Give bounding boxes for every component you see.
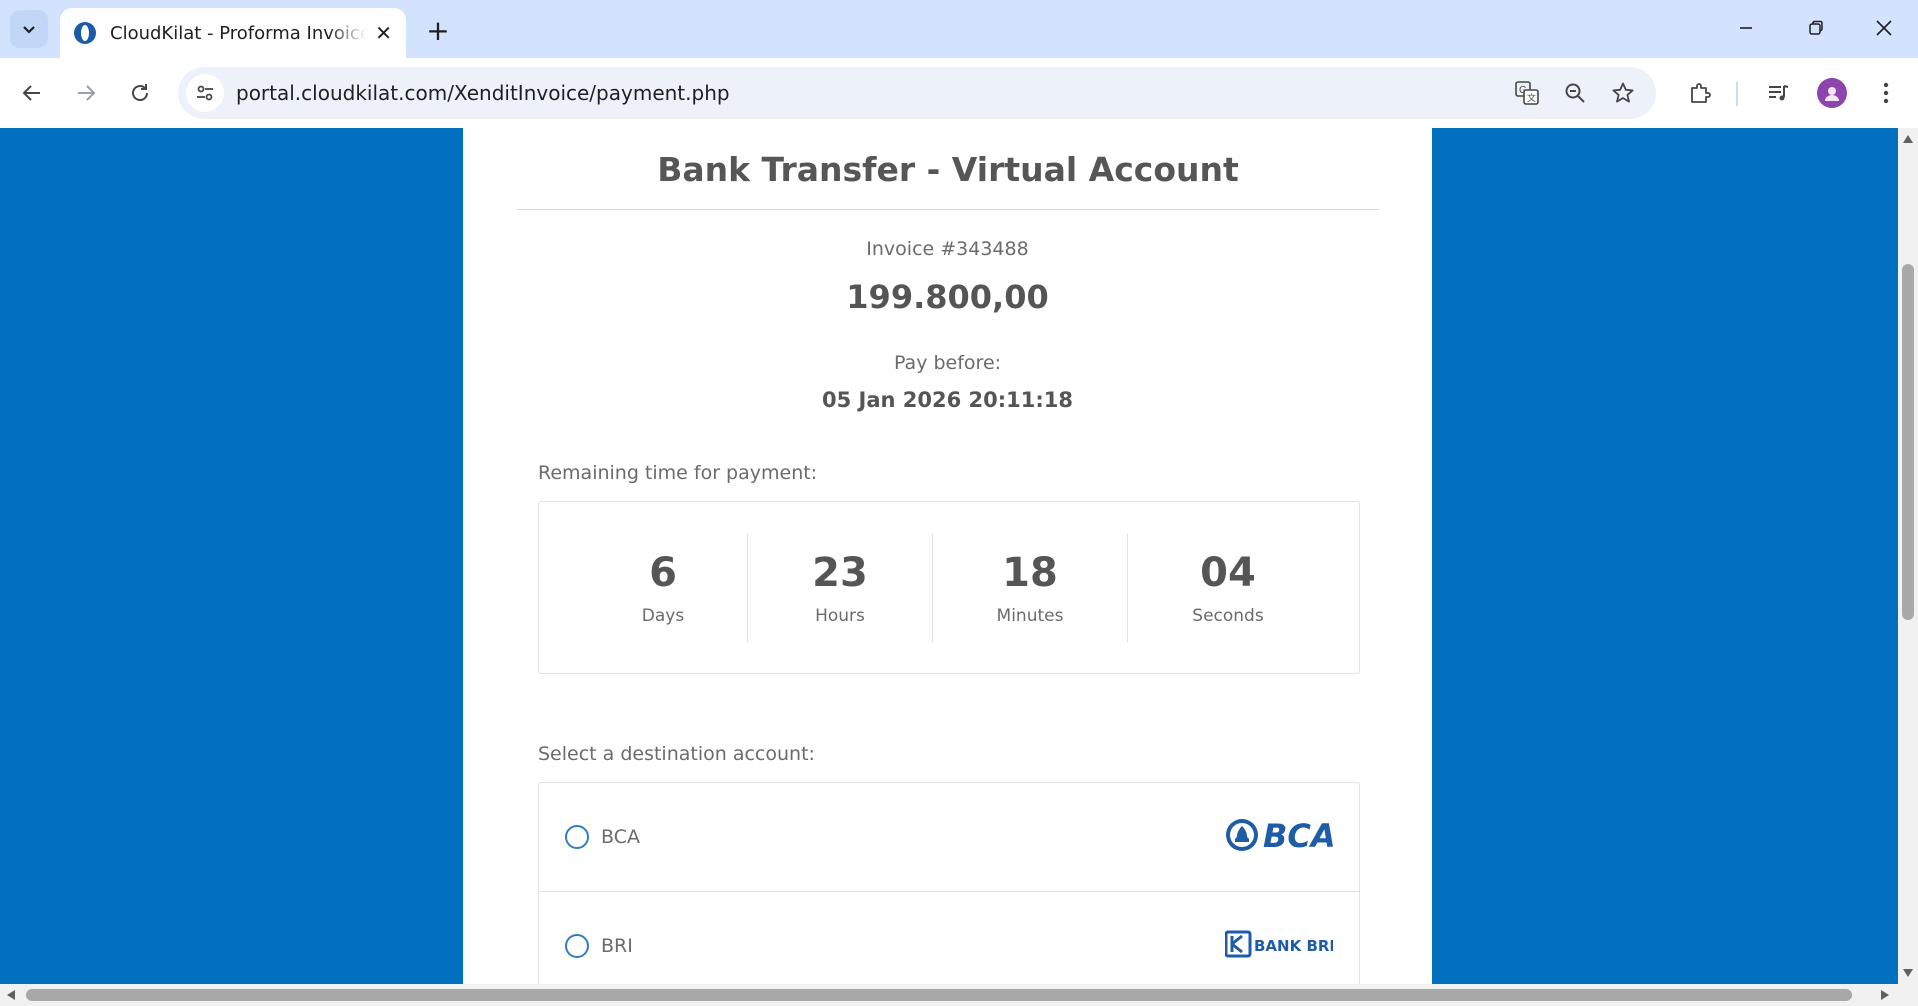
active-tab[interactable]: CloudKilat - Proforma Invoice # ✕: [60, 8, 406, 58]
arrow-left-icon: [22, 85, 40, 101]
url-text: portal.cloudkilat.com/XenditInvoice/paym…: [236, 81, 730, 105]
translate-icon: G 文: [1515, 81, 1539, 105]
translate-button[interactable]: G 文: [1508, 74, 1546, 112]
bookmark-button[interactable]: [1604, 74, 1642, 112]
remaining-time-label: Remaining time for payment:: [538, 462, 818, 484]
countdown-minutes: 18 Minutes: [933, 534, 1127, 642]
countdown-hours-value: 23: [812, 550, 868, 596]
arrow-right-icon: [78, 85, 96, 101]
destination-account-list: BCA BCA BRI BANK BRI: [538, 782, 1360, 984]
minimize-button[interactable]: [1722, 8, 1770, 48]
restore-button[interactable]: [1792, 8, 1840, 48]
countdown-seconds-unit: Seconds: [1192, 606, 1264, 626]
scroll-right-arrow-icon[interactable]: [1880, 989, 1890, 1001]
page-viewport: Bank Transfer - Virtual Account Invoice …: [0, 128, 1898, 984]
new-tab-button[interactable]: +: [420, 12, 456, 48]
avatar: [1817, 78, 1847, 108]
scroll-left-arrow-icon[interactable]: [6, 989, 16, 1001]
restore-icon: [1809, 20, 1823, 35]
svg-text:文: 文: [1527, 92, 1536, 103]
invoice-number: Invoice #343488: [866, 238, 1029, 260]
profile-icon: [1825, 87, 1839, 101]
close-icon: [1876, 20, 1892, 36]
account-option-bri[interactable]: BRI BANK BRI: [539, 891, 1359, 984]
horizontal-scroll-thumb[interactable]: [26, 989, 1852, 1001]
browser-toolbar: portal.cloudkilat.com/XenditInvoice/paym…: [0, 58, 1918, 128]
radio-bca[interactable]: [565, 825, 589, 849]
countdown-minutes-value: 18: [1002, 550, 1058, 596]
pay-before-label: Pay before:: [893, 352, 1002, 374]
media-controls-button[interactable]: [1758, 73, 1798, 113]
forward-button[interactable]: [66, 73, 106, 113]
bri-logo: BANK BRI: [1224, 930, 1335, 962]
account-label-bca: BCA: [601, 826, 640, 848]
profile-button[interactable]: [1812, 73, 1852, 113]
countdown-days-unit: Days: [641, 606, 685, 626]
svg-text:BANK BRI: BANK BRI: [1254, 937, 1333, 955]
account-label-bri: BRI: [601, 934, 633, 957]
browser-tab-strip: CloudKilat - Proforma Invoice # ✕ +: [0, 0, 1918, 58]
radio-bri[interactable]: [565, 933, 589, 958]
queue-music-icon: [1769, 85, 1789, 101]
tab-title: CloudKilat - Proforma Invoice #: [110, 22, 366, 44]
destination-account-label: Select a destination account:: [538, 743, 815, 765]
account-option-bca[interactable]: BCA BCA: [539, 783, 1359, 891]
countdown-days: 6 Days: [579, 534, 747, 642]
zoom-button[interactable]: [1556, 74, 1594, 112]
scroll-down-arrow-icon[interactable]: [1902, 968, 1914, 978]
horizontal-scrollbar[interactable]: [0, 984, 1918, 1006]
star-icon: [1612, 82, 1634, 103]
bca-logo: BCA: [1225, 817, 1336, 857]
close-window-button[interactable]: [1860, 8, 1908, 48]
chevron-down-icon: [23, 26, 35, 34]
vertical-scroll-thumb[interactable]: [1902, 264, 1914, 620]
menu-button[interactable]: [1866, 73, 1906, 113]
countdown-seconds-value: 04: [1200, 550, 1256, 596]
tab-search-button[interactable]: [10, 10, 48, 48]
more-vert-icon: [1883, 82, 1889, 104]
zoom-out-icon: [1565, 83, 1585, 103]
payment-card: Bank Transfer - Virtual Account Invoice …: [463, 128, 1432, 984]
invoice-amount: 199.800,00: [846, 278, 1049, 316]
page-title: Bank Transfer - Virtual Account: [517, 150, 1379, 210]
extensions-button[interactable]: [1680, 73, 1720, 113]
svg-text:BCA: BCA: [1263, 817, 1333, 853]
puzzle-icon: [1691, 83, 1711, 103]
countdown-timer: 6 Days 23 Hours 18 Minutes 04 Seconds: [538, 501, 1360, 674]
countdown-hours-unit: Hours: [815, 606, 865, 626]
countdown-hours: 23 Hours: [748, 534, 932, 642]
reload-button[interactable]: [120, 73, 160, 113]
toolbar-divider: [1736, 82, 1738, 106]
site-info-button[interactable]: [186, 74, 224, 112]
address-bar[interactable]: portal.cloudkilat.com/XenditInvoice/paym…: [178, 67, 1656, 119]
minimize-icon: [1740, 27, 1752, 29]
tab-close-icon[interactable]: ✕: [375, 21, 392, 45]
reload-icon: [132, 84, 148, 101]
scroll-up-arrow-icon[interactable]: [1902, 134, 1914, 144]
back-button[interactable]: [12, 73, 52, 113]
countdown-seconds: 04 Seconds: [1128, 534, 1328, 642]
countdown-days-value: 6: [649, 550, 677, 596]
cloudkilat-favicon-icon: [74, 22, 96, 44]
tune-icon: [197, 85, 213, 101]
countdown-minutes-unit: Minutes: [996, 606, 1064, 626]
vertical-scrollbar[interactable]: [1898, 128, 1918, 984]
pay-before-date: 05 Jan 2026 20:11:18: [821, 388, 1073, 412]
